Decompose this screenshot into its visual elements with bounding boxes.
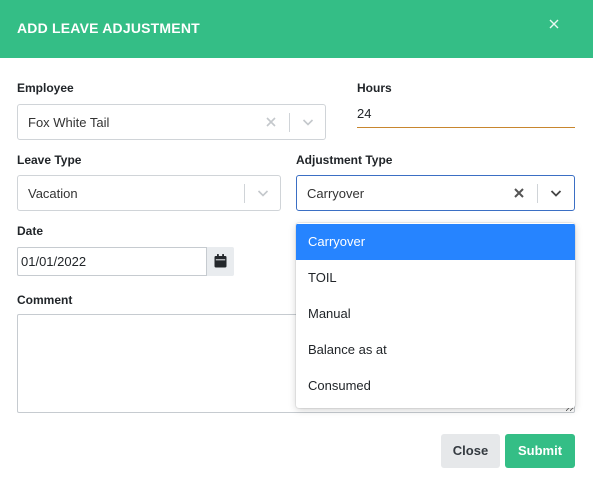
employee-select[interactable]: Fox White Tail [17,104,326,140]
clear-icon[interactable] [264,115,278,129]
adjustment-type-dropdown: Carryover TOIL Manual Balance as at Cons… [296,223,575,408]
leave-type-label: Leave Type [17,153,82,167]
calendar-button[interactable] [207,247,234,276]
chevron-down-icon[interactable] [549,186,563,200]
date-input[interactable] [17,247,207,276]
comment-label: Comment [17,293,73,307]
option-toil[interactable]: TOIL [296,260,575,296]
adjustment-type-select[interactable]: Carryover [296,175,575,211]
option-carryover[interactable]: Carryover [296,224,575,260]
date-label: Date [17,224,44,238]
option-consumed[interactable]: Consumed [296,368,575,404]
employee-label: Employee [17,81,74,95]
select-separator [289,113,290,132]
select-separator [537,184,538,203]
close-icon[interactable] [546,16,562,32]
clear-icon[interactable] [512,186,526,200]
select-separator [244,184,245,203]
submit-button[interactable]: Submit [505,434,575,468]
hours-input[interactable] [357,104,575,128]
chevron-down-icon[interactable] [256,186,270,200]
adjustment-type-value: Carryover [307,186,365,201]
modal-title: ADD LEAVE ADJUSTMENT [17,20,200,36]
employee-value: Fox White Tail [28,115,110,130]
leave-type-select[interactable]: Vacation [17,175,281,211]
calendar-icon [214,254,227,268]
leave-type-value: Vacation [28,186,78,201]
close-button[interactable]: Close [441,434,500,468]
option-manual[interactable]: Manual [296,296,575,332]
option-balance-as-at[interactable]: Balance as at [296,332,575,368]
chevron-down-icon[interactable] [301,115,315,129]
modal-header: ADD LEAVE ADJUSTMENT [0,0,593,58]
adjustment-type-label: Adjustment Type [296,153,393,167]
hours-label: Hours [357,81,392,95]
